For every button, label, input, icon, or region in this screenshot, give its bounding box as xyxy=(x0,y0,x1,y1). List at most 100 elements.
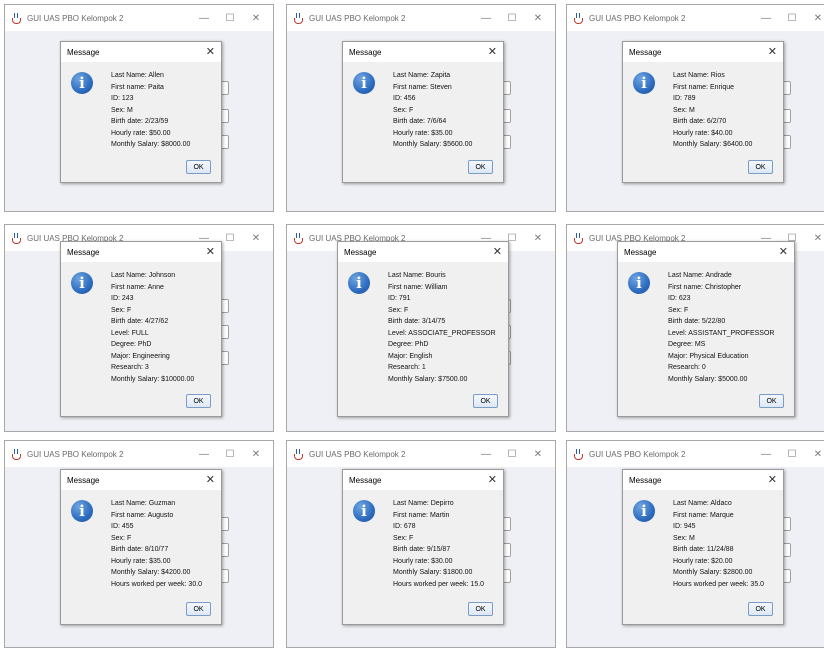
maximize-button[interactable]: ☐ xyxy=(499,13,525,24)
dialog-titlebar[interactable]: Message ✕ xyxy=(338,242,508,262)
dialog-close-icon[interactable]: ✕ xyxy=(206,474,215,486)
dialog-close-icon[interactable]: ✕ xyxy=(779,246,788,258)
maximize-button[interactable]: ☐ xyxy=(217,449,243,460)
dialog-close-icon[interactable]: ✕ xyxy=(493,246,502,258)
java-icon xyxy=(293,448,304,460)
ok-button[interactable]: OK xyxy=(748,160,773,174)
dialog-close-icon[interactable]: ✕ xyxy=(488,46,497,58)
message-line: Hourly rate: $50.00 xyxy=(111,129,171,137)
message-line: Monthly Salary: $5600.00 xyxy=(393,141,473,148)
minimize-button[interactable]: — xyxy=(191,13,217,24)
ok-button[interactable]: OK xyxy=(468,602,493,616)
message-line: Major: English xyxy=(388,352,433,360)
dialog-title: Message xyxy=(624,247,657,257)
message-line: Major: Engineering xyxy=(111,352,170,360)
message-line: Sex: F xyxy=(111,534,132,542)
dialog-titlebar[interactable]: Message ✕ xyxy=(61,42,221,62)
window-titlebar[interactable]: GUI UAS PBO Kelompok 2 — ☐ ✕ xyxy=(5,5,273,31)
message-line: Birth date: 5/22/80 xyxy=(668,318,726,325)
minimize-button[interactable]: — xyxy=(753,13,779,24)
maximize-button[interactable]: ☐ xyxy=(779,13,805,24)
maximize-button[interactable]: ☐ xyxy=(499,449,525,460)
message-line: Sex: F xyxy=(393,106,414,114)
window-controls: — ☐ ✕ xyxy=(473,5,551,31)
close-button[interactable]: ✕ xyxy=(525,449,551,460)
dialog-titlebar[interactable]: Message ✕ xyxy=(343,42,503,62)
close-button[interactable]: ✕ xyxy=(243,449,269,460)
message-line: Sex: F xyxy=(668,306,689,314)
message-line: Last Name: Andrade xyxy=(668,272,732,279)
message-line: ID: 678 xyxy=(393,523,416,530)
dialog-close-icon[interactable]: ✕ xyxy=(206,46,215,58)
message-line: First name: Enrique xyxy=(673,83,735,91)
java-icon xyxy=(573,232,584,244)
maximize-button[interactable]: ☐ xyxy=(217,13,243,24)
minimize-button[interactable]: — xyxy=(753,449,779,460)
window-controls: — ☐ ✕ xyxy=(753,441,824,467)
maximize-button[interactable]: ☐ xyxy=(779,449,805,460)
window-titlebar[interactable]: GUI UAS PBO Kelompok 2 — ☐ ✕ xyxy=(287,5,555,31)
message-line: Birth date: 4/27/62 xyxy=(111,318,169,325)
message-line: Sex: F xyxy=(388,306,409,314)
app-window: GUI UAS PBO Kelompok 2 — ☐ ✕ Message ✕ i xyxy=(566,440,824,648)
app-window: GUI UAS PBO Kelompok 2 — ☐ ✕ Message ✕ i xyxy=(4,224,274,432)
ok-button[interactable]: OK xyxy=(473,394,498,408)
minimize-button[interactable]: — xyxy=(473,449,499,460)
window-titlebar[interactable]: GUI UAS PBO Kelompok 2 — ☐ ✕ xyxy=(567,441,824,467)
message-line: Birth date: 3/14/75 xyxy=(388,318,446,325)
close-button[interactable]: ✕ xyxy=(243,13,269,24)
ok-button[interactable]: OK xyxy=(186,160,211,174)
message-dialog: Message ✕ i Last Name: Johnson First name… xyxy=(60,241,222,417)
message-text: Last Name: Aldaco First name: Marque ID: 9… xyxy=(673,498,764,590)
java-icon xyxy=(11,448,22,460)
java-icon xyxy=(293,12,304,24)
app-window-tile: GUI UAS PBO Kelompok 2 — ☐ ✕ Message ✕ i xyxy=(4,440,279,656)
dialog-close-icon[interactable]: ✕ xyxy=(768,474,777,486)
information-icon: i xyxy=(71,272,93,294)
dialog-titlebar[interactable]: Message ✕ xyxy=(61,242,221,262)
dialog-titlebar[interactable]: Message ✕ xyxy=(623,42,783,62)
close-button[interactable]: ✕ xyxy=(805,449,824,460)
minimize-button[interactable]: — xyxy=(191,449,217,460)
window-titlebar[interactable]: GUI UAS PBO Kelompok 2 — ☐ ✕ xyxy=(567,5,824,31)
app-window: GUI UAS PBO Kelompok 2 — ☐ ✕ Message ✕ i xyxy=(4,440,274,648)
window-controls: — ☐ ✕ xyxy=(191,5,269,31)
message-line: Research: 0 xyxy=(668,364,706,371)
message-line: Last Name: Aldaco xyxy=(673,500,732,507)
close-button[interactable]: ✕ xyxy=(805,233,824,244)
message-line: Level: FULL xyxy=(111,329,149,337)
ok-button[interactable]: OK xyxy=(186,394,211,408)
close-button[interactable]: ✕ xyxy=(805,13,824,24)
dialog-close-icon[interactable]: ✕ xyxy=(206,246,215,258)
screenshot-grid: GUI UAS PBO Kelompok 2 — ☐ ✕ Message ✕ i xyxy=(0,0,824,652)
message-line: Sex: M xyxy=(111,106,133,114)
message-line: Sex: F xyxy=(111,306,132,314)
close-button[interactable]: ✕ xyxy=(243,233,269,244)
close-button[interactable]: ✕ xyxy=(525,233,551,244)
ok-button[interactable]: OK xyxy=(748,602,773,616)
minimize-button[interactable]: — xyxy=(473,13,499,24)
dialog-titlebar[interactable]: Message ✕ xyxy=(623,470,783,490)
close-button[interactable]: ✕ xyxy=(525,13,551,24)
window-titlebar[interactable]: GUI UAS PBO Kelompok 2 — ☐ ✕ xyxy=(287,441,555,467)
message-text: Last Name: Depirro First name: Martin ID: … xyxy=(393,498,484,590)
dialog-titlebar[interactable]: Message ✕ xyxy=(618,242,794,262)
ok-button[interactable]: OK xyxy=(759,394,784,408)
app-window: GUI UAS PBO Kelompok 2 — ☐ ✕ Message ✕ i xyxy=(566,4,824,212)
dialog-close-icon[interactable]: ✕ xyxy=(768,46,777,58)
dialog-close-icon[interactable]: ✕ xyxy=(488,474,497,486)
ok-button[interactable]: OK xyxy=(186,602,211,616)
message-line: Hours worked per week: 15.0 xyxy=(393,580,485,588)
message-line: Birth date: 2/23/59 xyxy=(111,118,169,125)
dialog-titlebar[interactable]: Message ✕ xyxy=(343,470,503,490)
window-title: GUI UAS PBO Kelompok 2 xyxy=(27,13,124,23)
message-line: Degree: MS xyxy=(668,341,706,348)
message-dialog: Message ✕ i Last Name: Depirro First name… xyxy=(342,469,504,625)
ok-button[interactable]: OK xyxy=(468,160,493,174)
window-titlebar[interactable]: GUI UAS PBO Kelompok 2 — ☐ ✕ xyxy=(5,441,273,467)
message-line: Birth date: 8/10/77 xyxy=(111,546,169,553)
message-line: Hours worked per week: 30.0 xyxy=(111,580,203,588)
dialog-titlebar[interactable]: Message ✕ xyxy=(61,470,221,490)
window-controls: — ☐ ✕ xyxy=(473,441,551,467)
java-icon xyxy=(293,232,304,244)
